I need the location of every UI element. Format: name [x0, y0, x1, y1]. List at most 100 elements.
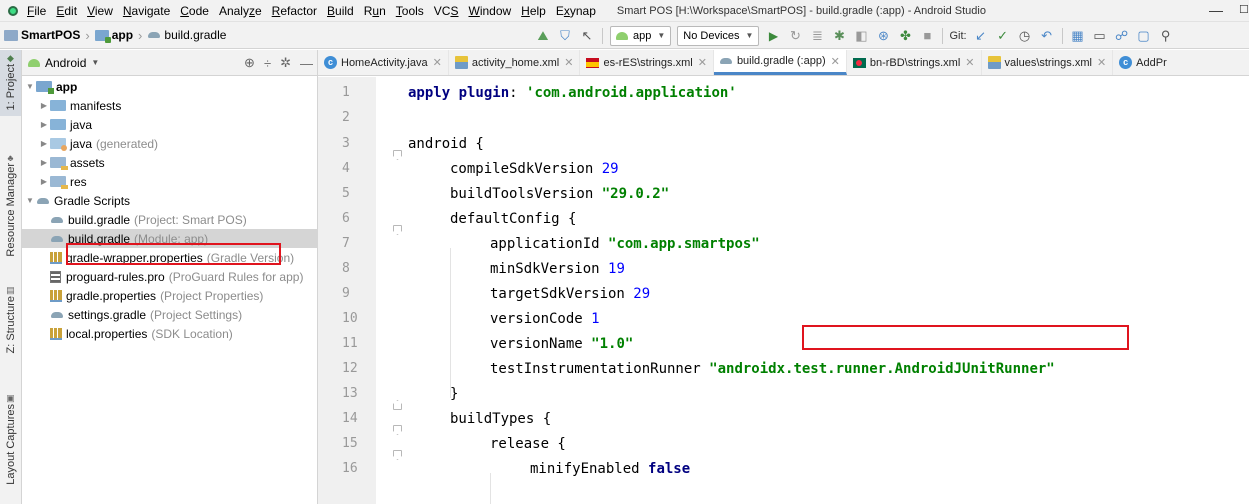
device-select[interactable]: No Devices ▼	[677, 25, 760, 46]
close-icon[interactable]: ✕	[564, 56, 573, 69]
menu-item[interactable]: Window	[463, 0, 516, 22]
close-icon[interactable]: ✕	[831, 55, 840, 68]
tree-item-gradle-scripts[interactable]: ▼ Gradle Scripts	[22, 191, 318, 210]
tree-item-assets[interactable]: ▶ assets	[22, 153, 318, 172]
gear-icon[interactable]: ✲	[280, 55, 291, 71]
git-rollback-icon[interactable]: ↶	[1037, 26, 1057, 46]
expanded-arrow-icon[interactable]: ▼	[24, 196, 36, 205]
tree-item-proguard-rules[interactable]: proguard-rules.pro (ProGuard Rules for a…	[22, 267, 318, 286]
tab-addpr[interactable]: c AddPr	[1113, 50, 1173, 75]
project-tool-label: 1: Project	[4, 64, 17, 111]
stop-icon[interactable]: ■	[917, 26, 937, 46]
collapsed-arrow-icon[interactable]: ▶	[38, 158, 50, 167]
menu-item[interactable]: VCS	[429, 0, 464, 22]
menu-item[interactable]: Build	[322, 0, 359, 22]
tree-item-res[interactable]: ▶ res	[22, 172, 318, 191]
fold-marker-icon[interactable]	[393, 400, 402, 410]
code-text: buildTypes {	[450, 411, 552, 427]
hide-panel-icon[interactable]: —	[300, 56, 313, 71]
panel-header-actions: ⊕ ÷ ✲ —	[235, 50, 313, 76]
debug-icon[interactable]: ✱	[829, 26, 849, 46]
profile-icon[interactable]: ◧	[851, 26, 871, 46]
collapsed-arrow-icon[interactable]: ▶	[38, 177, 50, 186]
menu-item-mnemonic: W	[468, 3, 480, 18]
breadcrumb-file[interactable]: build.gradle	[164, 28, 226, 42]
fold-marker-icon[interactable]	[393, 425, 402, 435]
tree-item-build-gradle-module[interactable]: build.gradle (Module: app)	[22, 229, 318, 248]
tab-home-activity-java[interactable]: c HomeActivity.java ✕	[318, 50, 449, 75]
tree-item-label: build.gradle	[68, 231, 131, 246]
menu-item[interactable]: Tools	[391, 0, 429, 22]
minimize-button[interactable]: —	[1209, 0, 1223, 20]
git-history-icon[interactable]: ◷	[1015, 26, 1035, 46]
code-editor[interactable]: 1 2 3 4 5 6 7 8 9 10 11 12 13 14 15 16 a…	[318, 77, 1249, 504]
tree-item-build-gradle-project[interactable]: build.gradle (Project: Smart POS)	[22, 210, 318, 229]
avd-manager-icon[interactable]: ☍	[1112, 26, 1132, 46]
project-view-select[interactable]: Android ▼	[28, 56, 99, 70]
fold-marker-icon[interactable]	[393, 150, 402, 160]
menu-item[interactable]: Analyze	[214, 0, 267, 22]
tree-item-gradle-properties[interactable]: gradle.properties (Project Properties)	[22, 286, 318, 305]
project-structure-icon[interactable]: ▦	[1068, 26, 1088, 46]
tab-build-gradle-app[interactable]: build.gradle (:app) ✕	[713, 50, 847, 75]
fold-marker-icon[interactable]	[393, 225, 402, 235]
git-update-icon[interactable]: ↙	[971, 26, 991, 46]
code-text: minifyEnabled	[530, 461, 649, 477]
layout-captures-button[interactable]: ▣ Layout Captures	[0, 390, 21, 490]
apply-changes-icon[interactable]: ↻	[785, 26, 805, 46]
collapsed-arrow-icon[interactable]: ▶	[38, 120, 50, 129]
resource-manager-button[interactable]: ♣ Resource Manager	[0, 150, 21, 270]
tree-item-app[interactable]: ▼ app	[22, 77, 318, 96]
expanded-arrow-icon[interactable]: ▼	[24, 82, 36, 91]
menu-item[interactable]: View	[82, 0, 118, 22]
menu-item[interactable]: Help	[516, 0, 551, 22]
hammer-build-icon[interactable]: ↖	[577, 26, 597, 46]
attach-debugger-icon[interactable]: ⊛	[873, 26, 893, 46]
run-configuration-select[interactable]: app ▼	[610, 25, 672, 46]
run-icon[interactable]: ▶	[763, 26, 783, 46]
fold-marker-icon[interactable]	[393, 450, 402, 460]
collapsed-arrow-icon[interactable]: ▶	[38, 101, 50, 110]
close-icon[interactable]: ✕	[1097, 56, 1106, 69]
tree-item-label: gradle.properties	[66, 288, 157, 303]
collapse-all-icon[interactable]: ÷	[264, 56, 271, 71]
tree-item-java-generated[interactable]: ▶ java (generated)	[22, 134, 318, 153]
menu-item[interactable]: Navigate	[118, 0, 175, 22]
code-text: minSdkVersion	[490, 261, 609, 277]
locate-target-icon[interactable]: ⊕	[244, 55, 255, 71]
search-icon[interactable]: ⚲	[1156, 26, 1176, 46]
tab-bn-strings-xml[interactable]: bn-rBD\strings.xml ✕	[847, 50, 982, 75]
menu-item[interactable]: Refactor	[267, 0, 322, 22]
apply-code-changes-icon[interactable]: ≣	[807, 26, 827, 46]
project-panel-header: Android ▼ ⊕ ÷ ✲ —	[22, 50, 317, 76]
tree-item-local-properties[interactable]: local.properties (SDK Location)	[22, 324, 318, 343]
tree-item-settings-gradle[interactable]: settings.gradle (Project Settings)	[22, 305, 318, 324]
menu-item[interactable]: Code	[175, 0, 214, 22]
tree-item-gradle-wrapper-properties[interactable]: gradle-wrapper.properties (Gradle Versio…	[22, 248, 318, 267]
tab-activity-home-xml[interactable]: activity_home.xml ✕	[449, 50, 581, 75]
gradle-sync-icon[interactable]: ✤	[895, 26, 915, 46]
tree-item-manifests[interactable]: ▶ manifests	[22, 96, 318, 115]
close-icon[interactable]: ✕	[965, 56, 974, 69]
breadcrumb-module[interactable]: app	[112, 28, 133, 42]
breadcrumb-project[interactable]: SmartPOS	[21, 28, 80, 42]
left-tool-window-stripe: ◆ 1: Project ♣ Resource Manager ▤ Z: Str…	[0, 50, 22, 504]
sync-android-icon[interactable]: ⛰	[533, 26, 553, 46]
tree-item-java[interactable]: ▶ java	[22, 115, 318, 134]
menu-item[interactable]: Run	[359, 0, 391, 22]
menu-item[interactable]: Exynap	[551, 0, 601, 22]
collapsed-arrow-icon[interactable]: ▶	[38, 139, 50, 148]
project-tool-window-button[interactable]: ◆ 1: Project	[0, 50, 21, 116]
bookmark-shield-icon[interactable]: ⛉	[555, 26, 575, 46]
tab-es-strings-xml[interactable]: es-rES\strings.xml ✕	[580, 50, 714, 75]
close-icon[interactable]: ✕	[698, 56, 707, 69]
menu-item[interactable]: Edit	[51, 0, 82, 22]
git-commit-icon[interactable]: ✓	[993, 26, 1013, 46]
maximize-button[interactable]: ☐	[1239, 0, 1249, 20]
close-icon[interactable]: ✕	[433, 56, 442, 69]
device-file-explorer-icon[interactable]: ▢	[1134, 26, 1154, 46]
menu-item[interactable]: File	[22, 0, 51, 22]
layout-icon[interactable]: ▭	[1090, 26, 1110, 46]
structure-tool-window-button[interactable]: ▤ Z: Structure	[0, 282, 21, 368]
tab-values-strings-xml[interactable]: values\strings.xml ✕	[982, 50, 1114, 75]
